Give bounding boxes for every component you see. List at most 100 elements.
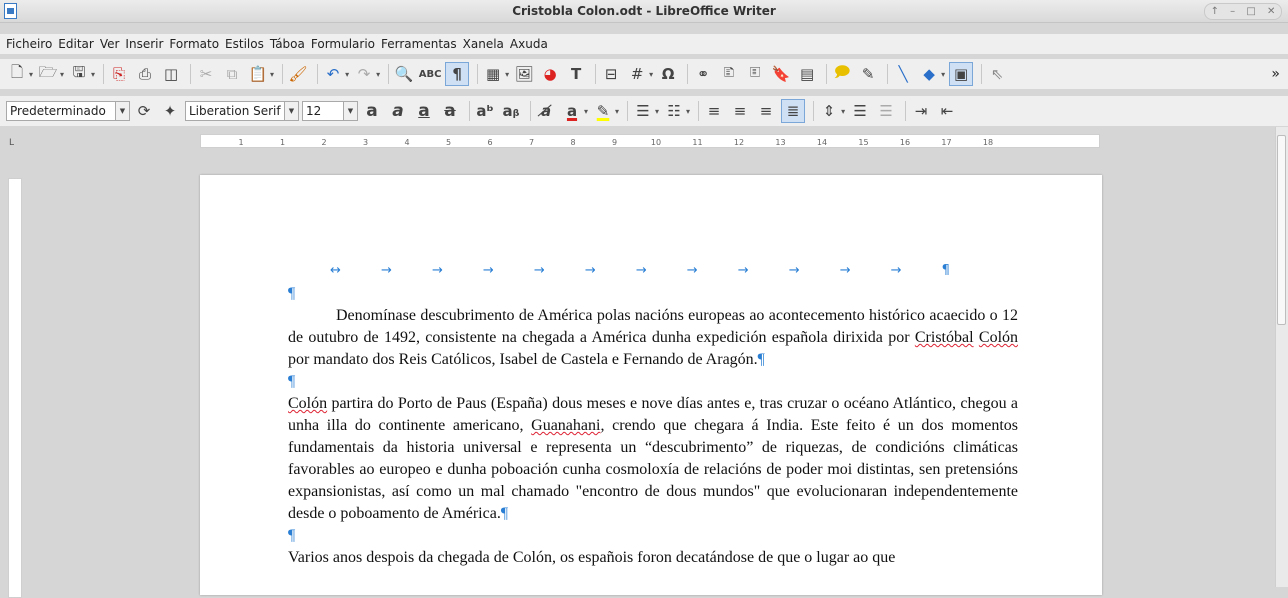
menu-ver[interactable]: Ver	[100, 37, 120, 51]
bullets-dropdown-icon[interactable]: ▾	[655, 107, 659, 116]
cut-icon[interactable]: ✂	[195, 63, 217, 85]
find-replace-icon[interactable]: 🔍	[393, 63, 415, 85]
ordered-list-icon[interactable]: ☷	[663, 100, 685, 122]
paste-icon[interactable]: 📋	[247, 63, 269, 85]
insert-footnote-icon[interactable]: 🗈	[718, 63, 740, 85]
open-dropdown-icon[interactable]: ▾	[60, 70, 64, 79]
highlight-dropdown-icon[interactable]: ▾	[615, 107, 619, 116]
italic-icon[interactable]: a	[387, 100, 409, 122]
maximize-window-button[interactable]: □	[1246, 6, 1255, 17]
bold-icon[interactable]: a	[361, 100, 383, 122]
track-changes-icon[interactable]: ✎	[857, 63, 879, 85]
copy-icon[interactable]: ⧉	[221, 63, 243, 85]
font-color-icon[interactable]: a	[561, 100, 583, 122]
save-icon[interactable]: 🖫	[68, 63, 90, 85]
insert-chart-icon[interactable]: ◕	[539, 63, 561, 85]
field-dropdown-icon[interactable]: ▾	[649, 70, 653, 79]
numbering-dropdown-icon[interactable]: ▾	[686, 107, 690, 116]
align-right-icon[interactable]: ≡	[755, 100, 777, 122]
increase-paragraph-spacing-icon[interactable]: ☰	[849, 100, 871, 122]
menu-xanela[interactable]: Xanela	[463, 37, 504, 51]
document-body[interactable]: ¶ Denomínase descubrimento de América po…	[288, 283, 1018, 569]
align-left-icon[interactable]: ≡	[703, 100, 725, 122]
menu-formato[interactable]: Formato	[169, 37, 219, 51]
scrollbar-thumb[interactable]	[1277, 135, 1286, 325]
minimize-window-button[interactable]: –	[1230, 6, 1235, 17]
clone-formatting-icon[interactable]: 🖌	[287, 63, 309, 85]
vertical-scrollbar[interactable]	[1275, 127, 1288, 587]
undo-icon[interactable]: ↶	[322, 63, 344, 85]
subscript-icon[interactable]: aᵦ	[500, 100, 522, 122]
print-preview-icon[interactable]: ◫	[160, 63, 182, 85]
menu-estilos[interactable]: Estilos	[225, 37, 264, 51]
line-spacing-icon[interactable]: ⇕	[818, 100, 840, 122]
unordered-list-icon[interactable]: ☰	[632, 100, 654, 122]
line-spacing-dropdown-icon[interactable]: ▾	[841, 107, 845, 116]
chevron-down-icon[interactable]: ▼	[115, 102, 129, 120]
new-dropdown-icon[interactable]: ▾	[29, 70, 33, 79]
menu-ferramentas[interactable]: Ferramentas	[381, 37, 457, 51]
export-pdf-icon[interactable]: ⎘	[108, 63, 130, 85]
menu-taboa[interactable]: Táboa	[270, 37, 305, 51]
insert-cross-reference-icon[interactable]: ▤	[796, 63, 818, 85]
underline-icon[interactable]: a	[413, 100, 435, 122]
spelling-icon[interactable]: ABC	[419, 63, 442, 85]
insert-special-character-icon[interactable]: Ω	[657, 63, 679, 85]
font-size-select[interactable]: 12 ▼	[302, 101, 358, 121]
misspelled-word[interactable]: Guanahani	[531, 417, 600, 434]
clear-formatting-icon[interactable]: a̸	[535, 100, 557, 122]
misspelled-word[interactable]: Colón	[979, 329, 1018, 346]
shapes-dropdown-icon[interactable]: ▾	[941, 70, 945, 79]
table-dropdown-icon[interactable]: ▾	[505, 70, 509, 79]
insert-hyperlink-icon[interactable]: ⚭	[692, 63, 714, 85]
basic-shapes-icon[interactable]: ◆	[918, 63, 940, 85]
insert-field-icon[interactable]: #	[626, 63, 648, 85]
close-window-button[interactable]: ✕	[1267, 6, 1275, 17]
insert-text-box-icon[interactable]: T	[565, 63, 587, 85]
horizontal-ruler[interactable]: 1 1 2 3 4 5 6 7 8 9 10 11 12 13 14 15 16 17 18	[200, 134, 1100, 148]
menu-ficheiro[interactable]: Ficheiro	[6, 37, 52, 51]
insert-bookmark-icon[interactable]: 🔖	[770, 63, 792, 85]
undo-dropdown-icon[interactable]: ▾	[345, 70, 349, 79]
menu-inserir[interactable]: Inserir	[125, 37, 163, 51]
toolbar-overflow-button[interactable]: »	[1271, 66, 1280, 82]
paragraph-style-select[interactable]: Predeterminado ▼	[6, 101, 130, 121]
justify-icon[interactable]: ≣	[781, 99, 806, 123]
new-document-icon[interactable]: 🗋	[6, 63, 28, 85]
print-icon[interactable]: ⎙	[134, 63, 156, 85]
draw-functions-icon[interactable]: ▣	[949, 62, 974, 86]
insert-table-icon[interactable]: ▦	[482, 63, 504, 85]
align-center-icon[interactable]: ≡	[729, 100, 751, 122]
insert-comment-icon[interactable]: 🗩	[831, 63, 853, 85]
superscript-icon[interactable]: aᵇ	[474, 100, 496, 122]
open-folder-icon[interactable]: 🗁	[37, 63, 59, 85]
tab-stop-type-button[interactable]: L	[9, 138, 14, 148]
increase-indent-icon[interactable]: ⇥	[910, 100, 932, 122]
shade-window-button[interactable]: ↑	[1211, 6, 1219, 17]
menu-editar[interactable]: Editar	[58, 37, 94, 51]
chevron-down-icon[interactable]: ▼	[343, 102, 357, 120]
select-pointer-icon[interactable]: ⇖	[986, 63, 1008, 85]
misspelled-word[interactable]: Colón	[288, 395, 327, 412]
formatting-marks-icon[interactable]: ¶	[445, 62, 470, 86]
menu-axuda[interactable]: Axuda	[510, 37, 548, 51]
chevron-down-icon[interactable]: ▼	[284, 102, 298, 120]
strikethrough-icon[interactable]: a	[439, 100, 461, 122]
font-color-dropdown-icon[interactable]: ▾	[584, 107, 588, 116]
document-page[interactable]: ↔ → → → → → → → → → → → ¶ ¶ Denomínase d…	[200, 175, 1102, 595]
highlighting-icon[interactable]: ✎	[592, 100, 614, 122]
insert-image-icon[interactable]: 🖼	[513, 63, 535, 85]
decrease-indent-icon[interactable]: ⇤	[936, 100, 958, 122]
redo-icon[interactable]: ↷	[353, 63, 375, 85]
redo-dropdown-icon[interactable]: ▾	[376, 70, 380, 79]
window-controls[interactable]: ↑ – □ ✕	[1204, 3, 1282, 20]
insert-page-break-icon[interactable]: ⊟	[600, 63, 622, 85]
insert-endnote-icon[interactable]: 🗉	[744, 63, 766, 85]
menu-formulario[interactable]: Formulario	[311, 37, 375, 51]
decrease-paragraph-spacing-icon[interactable]: ☰	[875, 100, 897, 122]
font-name-select[interactable]: Liberation Serif ▼	[185, 101, 299, 121]
misspelled-word[interactable]: Cristóbal	[915, 329, 974, 346]
insert-line-icon[interactable]: ╲	[892, 63, 914, 85]
vertical-ruler[interactable]	[8, 178, 22, 598]
save-dropdown-icon[interactable]: ▾	[91, 70, 95, 79]
